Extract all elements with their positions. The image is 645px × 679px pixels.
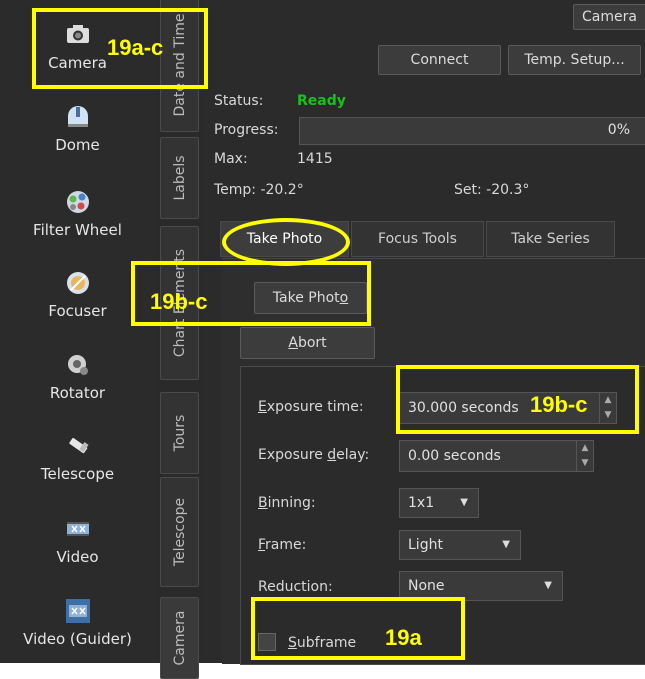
chevron-down-icon: ▼ xyxy=(544,580,552,591)
exposure-time-label: Exposure time: xyxy=(258,399,364,415)
chevron-down-icon: ▼ xyxy=(460,497,468,508)
tab-tours[interactable]: Tours xyxy=(160,392,199,474)
top-tab-camera[interactable]: Camera xyxy=(573,4,645,30)
set-temperature-readout: Set: -20.3° xyxy=(454,182,530,198)
progress-value: 0% xyxy=(607,122,630,138)
exposure-delay-field[interactable]: 0.00 seconds ▲ ▼ xyxy=(399,440,594,472)
focuser-icon xyxy=(66,272,89,294)
device-label: Video xyxy=(56,548,99,566)
annotation-label: 19a xyxy=(385,625,422,650)
device-item-video-guider[interactable]: Video (Guider) xyxy=(0,598,155,648)
dome-icon xyxy=(67,106,88,127)
annotation-box-exposure-time xyxy=(396,365,639,434)
reduction-label: Reduction: xyxy=(258,579,333,595)
filter-wheel-icon xyxy=(66,191,89,213)
binning-select[interactable]: 1x1 ▼ xyxy=(399,488,479,518)
exposure-delay-spinner[interactable]: ▲ ▼ xyxy=(576,441,593,471)
progress-bar: 0% xyxy=(299,117,645,145)
device-label: Dome xyxy=(55,136,100,154)
device-item-telescope[interactable]: Telescope xyxy=(0,433,155,483)
tab-telescope[interactable]: Telescope xyxy=(160,477,199,587)
video-guider-icon xyxy=(65,599,90,623)
rotator-icon xyxy=(67,355,88,375)
tab-camera[interactable]: Camera xyxy=(160,597,199,679)
max-label: Max: xyxy=(214,151,248,167)
connect-button[interactable]: Connect xyxy=(378,45,501,75)
telescope-icon xyxy=(68,437,89,454)
exposure-delay-label: Exposure delay: xyxy=(258,447,370,463)
annotation-label: 19b-c xyxy=(150,289,208,314)
device-panel: Camera Dome Filter Wheel Focuser Rotator… xyxy=(0,0,155,663)
temperature-readout: Temp: -20.2° xyxy=(214,182,304,198)
progress-label: Progress: xyxy=(214,122,279,138)
status-value: Ready xyxy=(297,93,346,109)
annotation-label: 19b-c xyxy=(530,392,588,417)
device-label: Telescope xyxy=(40,465,115,483)
binning-label: Binning: xyxy=(258,495,316,511)
device-label: Video (Guider) xyxy=(23,630,132,648)
annotation-label: 19a-c xyxy=(107,35,164,60)
device-item-rotator[interactable]: Rotator xyxy=(0,352,155,402)
chevron-down-icon: ▼ xyxy=(502,539,510,550)
frame-select[interactable]: Light ▼ xyxy=(399,530,521,560)
device-item-video[interactable]: Video xyxy=(0,516,155,566)
device-label: Rotator xyxy=(49,384,106,402)
temp-setup-button[interactable]: Temp. Setup... xyxy=(508,45,641,75)
annotation-ellipse-take-photo-tab xyxy=(222,218,350,266)
device-item-filter-wheel[interactable]: Filter Wheel xyxy=(0,189,155,239)
max-value: 1415 xyxy=(297,151,333,167)
tab-take-series[interactable]: Take Series xyxy=(486,221,615,257)
status-label: Status: xyxy=(214,93,264,109)
device-item-dome[interactable]: Dome xyxy=(0,104,155,154)
device-label: Filter Wheel xyxy=(33,221,122,239)
tab-focus-tools[interactable]: Focus Tools xyxy=(351,221,484,257)
tab-labels[interactable]: Labels xyxy=(160,137,199,219)
vertical-tab-bar: Date and Time Labels Chart Elements Tour… xyxy=(155,0,202,679)
annotation-box-subframe xyxy=(251,597,465,660)
abort-button[interactable]: Abort xyxy=(240,327,375,359)
video-icon xyxy=(66,522,89,536)
frame-label: Frame: xyxy=(258,537,307,553)
